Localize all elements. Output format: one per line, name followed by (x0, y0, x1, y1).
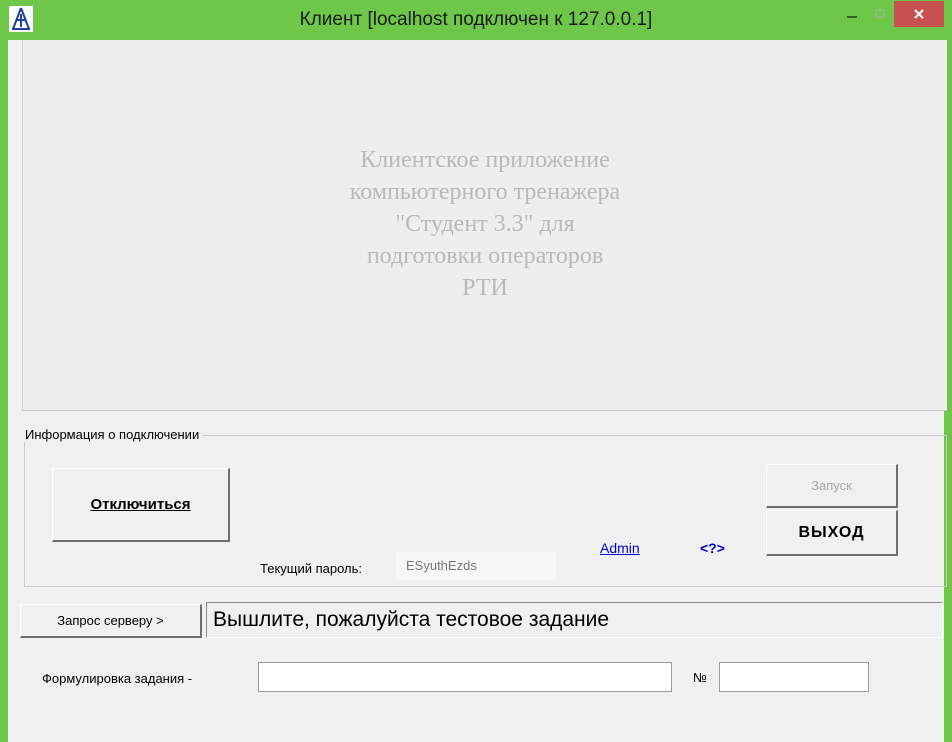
banner-line: Клиентское приложение (360, 147, 610, 173)
splash-banner: Клиентское приложение компьютерного трен… (22, 40, 947, 411)
close-button[interactable] (894, 1, 944, 27)
window-title: Клиент [localhost подключен к 127.0.0.1] (299, 9, 653, 30)
admin-link[interactable]: Admin (600, 540, 640, 556)
app-window: Клиент [localhost подключен к 127.0.0.1]… (0, 0, 952, 742)
close-icon (914, 9, 924, 19)
help-link[interactable]: <?> (700, 540, 725, 556)
maximize-icon (875, 9, 885, 18)
banner-text: Клиентское приложение компьютерного трен… (23, 144, 947, 304)
maximize-button[interactable] (866, 1, 894, 27)
connection-group-legend: Информация о подключении (22, 427, 203, 442)
banner-line: "Студент 3.3" для (395, 211, 575, 237)
task-number-field[interactable] (719, 662, 869, 692)
password-label: Текущий пароль: (260, 561, 363, 576)
task-label: Формулировка задания - (42, 671, 193, 686)
minimize-button[interactable] (838, 1, 866, 27)
minimize-icon (847, 16, 857, 18)
banner-line: компьютерного тренажера (349, 179, 621, 205)
disconnect-button[interactable]: Отключиться (52, 468, 230, 542)
launch-button: Запуск (766, 464, 898, 508)
exit-button[interactable]: ВЫХОД (766, 510, 898, 556)
title-bar[interactable]: Клиент [localhost подключен к 127.0.0.1] (0, 0, 952, 40)
client-area: Клиентское приложение компьютерного трен… (8, 40, 947, 742)
server-request-input[interactable]: Вышлите, пожалуйста тестовое задание (206, 602, 943, 638)
task-number-label: № (693, 670, 707, 685)
banner-line: РТИ (462, 275, 508, 301)
task-field[interactable] (258, 662, 672, 692)
banner-line: подготовки операторов (366, 243, 604, 269)
password-value: ESyuthEzds (396, 552, 556, 580)
server-request-button[interactable]: Запрос серверу > (20, 604, 202, 638)
